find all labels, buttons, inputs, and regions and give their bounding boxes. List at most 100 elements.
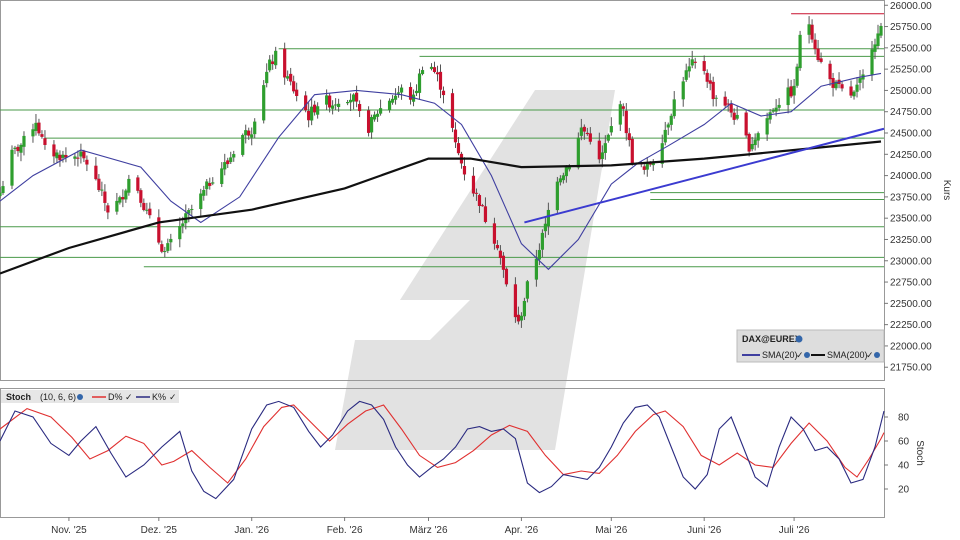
x-tick-label: Feb. '26 [327,525,363,536]
candle-down [82,151,86,159]
x-tick-label: Nov. '25 [51,525,87,536]
candle-down [828,63,832,80]
candle-down [94,165,98,180]
price-legend: DAX@EUREX SMA(20) ✓ SMA(200) ✓ [736,329,885,363]
candle-up [79,151,83,157]
candle-down [474,192,479,194]
candle-up [858,78,862,83]
candle-up [73,156,77,159]
candle-down [453,129,458,143]
x-tick-label: Dez. '25 [141,525,178,536]
candle-down [693,61,697,63]
candle-up [855,84,859,92]
legend-sma20-settings-icon[interactable] [804,352,810,358]
candle-down [271,61,275,65]
candle-up [687,66,691,72]
candle-down [840,84,844,89]
candle-down [582,126,586,132]
candle-down [597,140,601,160]
instrument-label: DAX@EUREX [742,334,801,344]
candle-up [241,135,245,155]
candle-up [250,134,254,138]
candle-down [456,143,461,154]
price-tick-label: 21750.00 [890,363,932,374]
legend-d-label: D% [108,392,123,402]
chart-canvas: 21750.00 22000.00 22250.00 22500.00 22750.00… [0,0,960,540]
price-tick-label: 25000.00 [890,86,932,97]
price-tick-label: 22250.00 [890,320,932,331]
stoch-tick-label: 80 [898,413,910,424]
candle-up [690,59,694,66]
candle-up [666,124,670,128]
candle-up [163,251,167,253]
candle-down [477,195,482,206]
candle-down [136,177,140,191]
candle-up [349,99,353,103]
candle-up [274,50,278,66]
legend-sma20-check-icon[interactable]: ✓ [796,350,804,360]
x-tick-label: Juli '26 [779,525,810,536]
candle-up [268,59,272,71]
candle-down [40,134,44,137]
candle-down [816,48,820,61]
candle-down [441,90,446,96]
candle-down [160,244,164,252]
candle-up [873,44,877,52]
candle-up [10,149,14,186]
candle-up [145,209,149,211]
candle-up [555,181,559,211]
candle-down [328,95,332,108]
legend-k-check-icon[interactable]: ✓ [169,392,177,402]
candle-up [375,113,380,117]
candle-down [43,138,47,145]
candle-down [588,133,592,142]
stoch-settings-icon[interactable] [77,394,83,400]
candle-up [55,152,59,159]
price-tick-label: 23750.00 [890,192,932,203]
candle-down [37,122,41,134]
candle-up [61,154,65,158]
candle-down [711,81,715,100]
candle-up [244,130,248,136]
stoch-tick-label: 20 [898,485,910,496]
candle-up [211,182,215,184]
candle-down [148,208,152,216]
candle-up [543,223,547,232]
candle-down [462,165,467,175]
candle-up [223,162,227,170]
candle-down [121,197,125,200]
candle-down [729,103,733,113]
legend-sma20-label: SMA(20) [762,350,798,360]
candle-up [576,137,580,168]
candle-down [58,154,62,161]
candle-up [346,102,350,104]
candle-up [681,81,685,100]
candle-up [672,99,676,117]
stoch-params: (10, 6, 6) [40,392,76,402]
x-tick-label: März '26 [409,525,447,536]
candle-up [387,100,392,111]
stoch-tick-label: 60 [898,437,910,448]
candle-up [393,95,398,100]
candle-up [310,106,314,121]
candle-up [561,175,565,181]
candle-up [429,66,434,69]
candle-up [115,200,119,212]
candle-up [750,144,754,150]
candle-up [399,87,404,93]
legend-d-check-icon[interactable]: ✓ [125,392,133,402]
candle-down [76,157,80,159]
candle-up [178,225,182,240]
legend-sma200-check-icon[interactable]: ✓ [866,350,874,360]
candle-up [181,223,185,227]
legend-sma200-settings-icon[interactable] [874,352,880,358]
price-tick-label: 22500.00 [890,299,932,310]
candle-up [546,209,550,227]
candle-up [798,34,802,69]
candle-up [756,133,760,141]
candle-down [103,191,107,203]
candle-down [289,73,293,82]
legend-sma200-label: SMA(200) [827,350,868,360]
candle-down [495,244,500,249]
instrument-settings-icon[interactable] [795,335,803,343]
